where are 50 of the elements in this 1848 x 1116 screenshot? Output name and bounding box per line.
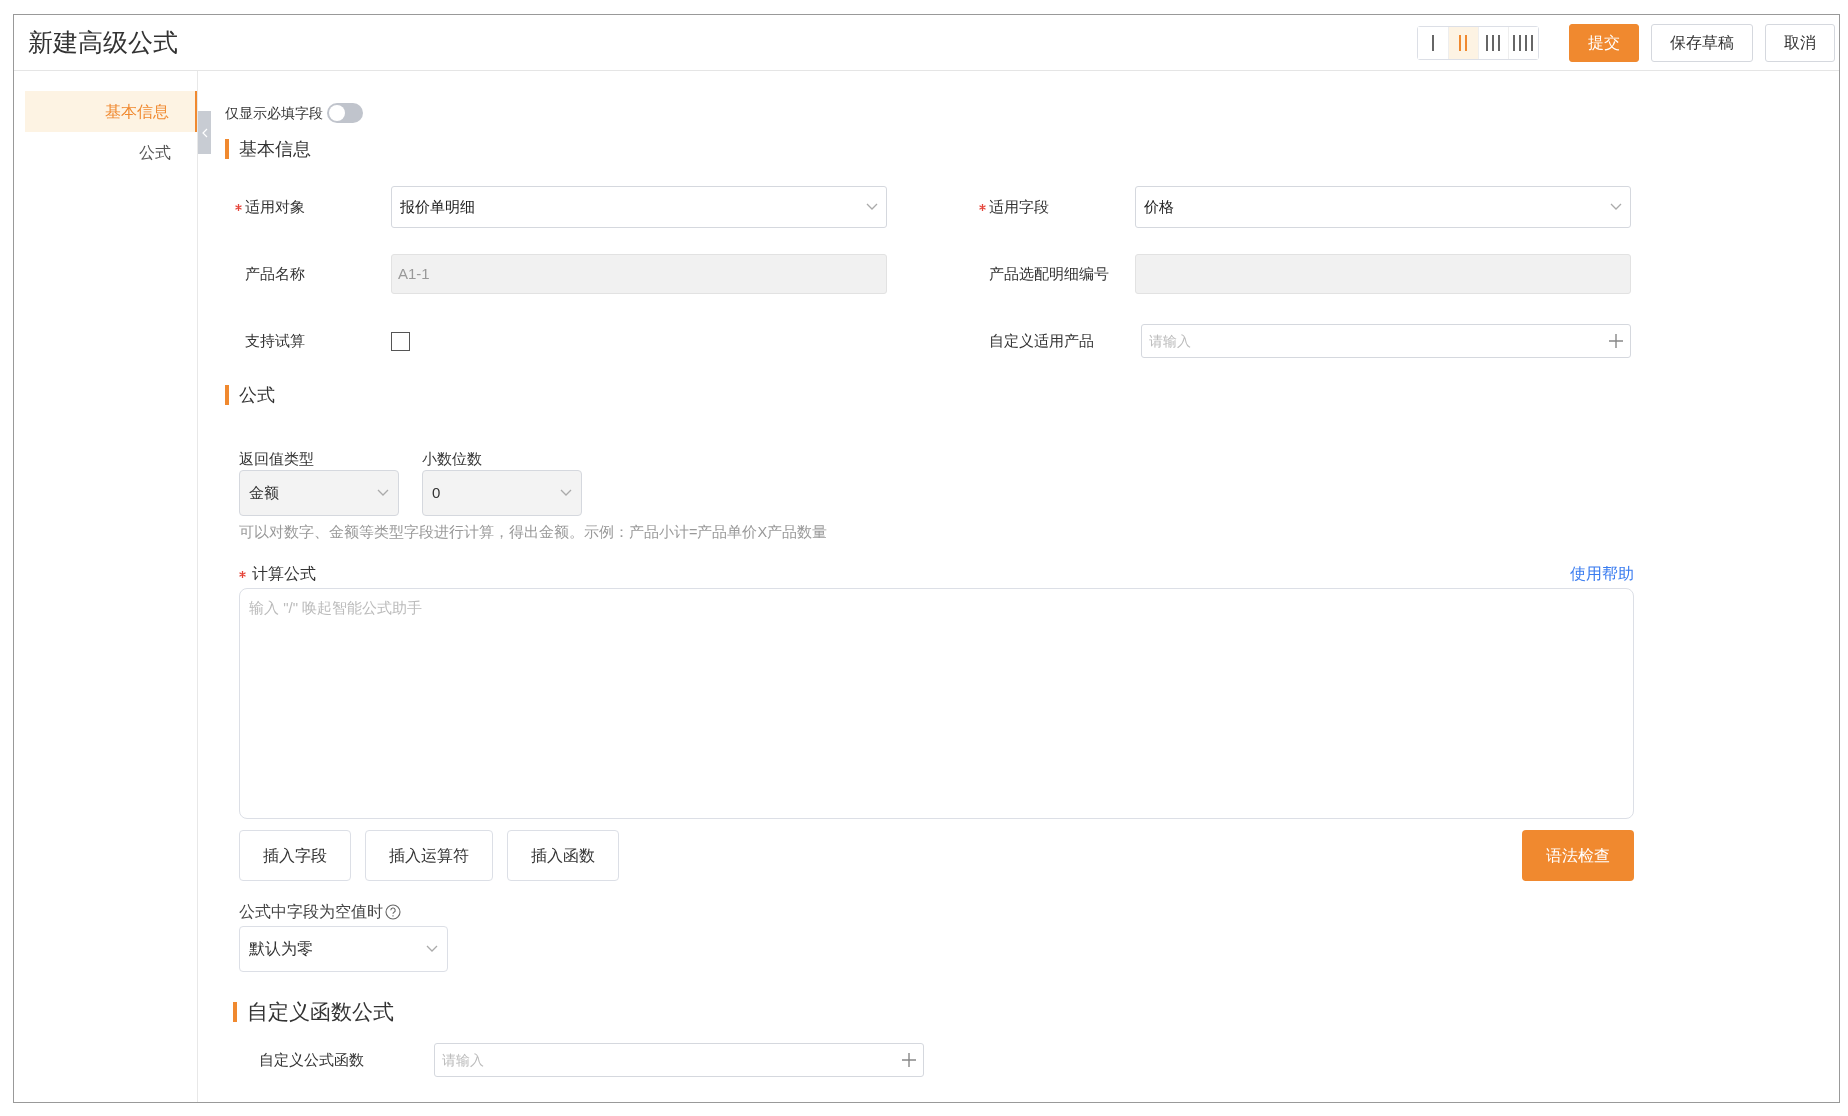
section-title: 基本信息 xyxy=(239,137,311,161)
header-button[interactable]: 取消 xyxy=(1765,23,1835,62)
toggle-label: 仅显示必填字段 xyxy=(225,103,323,123)
select-field[interactable]: 默认为零 xyxy=(239,926,448,972)
section-marker xyxy=(233,1002,237,1022)
field-label: 返回值类型 xyxy=(239,449,315,468)
collapse-handle[interactable] xyxy=(198,111,211,154)
chevron-down-icon xyxy=(377,489,389,497)
formula-editor[interactable]: 输入 "/" 唤起智能公式助手 xyxy=(239,588,1634,819)
field-label: 产品名称 xyxy=(245,263,305,284)
chevron-down-icon xyxy=(426,945,438,953)
section-title: 自定义函数公式 xyxy=(247,999,394,1026)
toggle-switch[interactable] xyxy=(327,103,363,123)
field-label: 自定义适用产品 xyxy=(989,330,1094,351)
page-title: 新建高级公式 xyxy=(28,26,179,58)
field-label: 小数位数 xyxy=(422,449,483,468)
chevron-down-icon xyxy=(1610,203,1622,211)
section-marker xyxy=(225,139,229,159)
field-label: 公式中字段为空值时 xyxy=(239,902,383,922)
sidebar-item[interactable]: 公式 xyxy=(25,132,197,173)
select-field[interactable]: 价格 xyxy=(1135,186,1631,228)
field-label: 计算公式 xyxy=(252,564,316,584)
select-field[interactable]: 报价单明细 xyxy=(391,186,887,228)
section-marker xyxy=(225,385,229,405)
field-label: 支持试算 xyxy=(245,330,305,351)
field-label: 自定义公式函数 xyxy=(259,1049,365,1070)
hint-text: 可以对数字、金额等类型字段进行计算，得出金额。示例：产品小计=产品单价X产品数量 xyxy=(238,523,828,542)
bars-icon xyxy=(1431,34,1435,51)
field-label: 适用对象 xyxy=(245,196,305,217)
insert-button[interactable]: 插入字段 xyxy=(239,830,351,881)
chevron-down-icon xyxy=(560,489,572,497)
column-layout-button[interactable] xyxy=(1508,26,1538,59)
field-label: 适用字段 xyxy=(989,196,1049,217)
bars-icon xyxy=(1485,34,1502,51)
help-link[interactable]: 使用帮助 xyxy=(1570,562,1634,586)
column-layout-switcher[interactable] xyxy=(1417,25,1539,60)
chevron-left-icon xyxy=(201,127,208,138)
header-button[interactable]: 保存草稿 xyxy=(1651,23,1753,62)
checkbox[interactable] xyxy=(391,331,410,351)
select-field[interactable]: 金额 xyxy=(239,470,399,516)
bars-icon xyxy=(1512,34,1535,51)
insert-button[interactable]: 插入函数 xyxy=(507,830,619,881)
select-field[interactable]: 0 xyxy=(422,470,582,516)
chevron-down-icon xyxy=(866,203,878,211)
bars-icon xyxy=(1458,34,1469,51)
insert-button[interactable]: 插入运算符 xyxy=(365,830,493,881)
disabled-field: A1-1 xyxy=(391,254,887,294)
help-icon[interactable] xyxy=(385,904,401,920)
field-label: 产品选配明细编号 xyxy=(989,263,1109,284)
section-title: 公式 xyxy=(239,383,275,407)
